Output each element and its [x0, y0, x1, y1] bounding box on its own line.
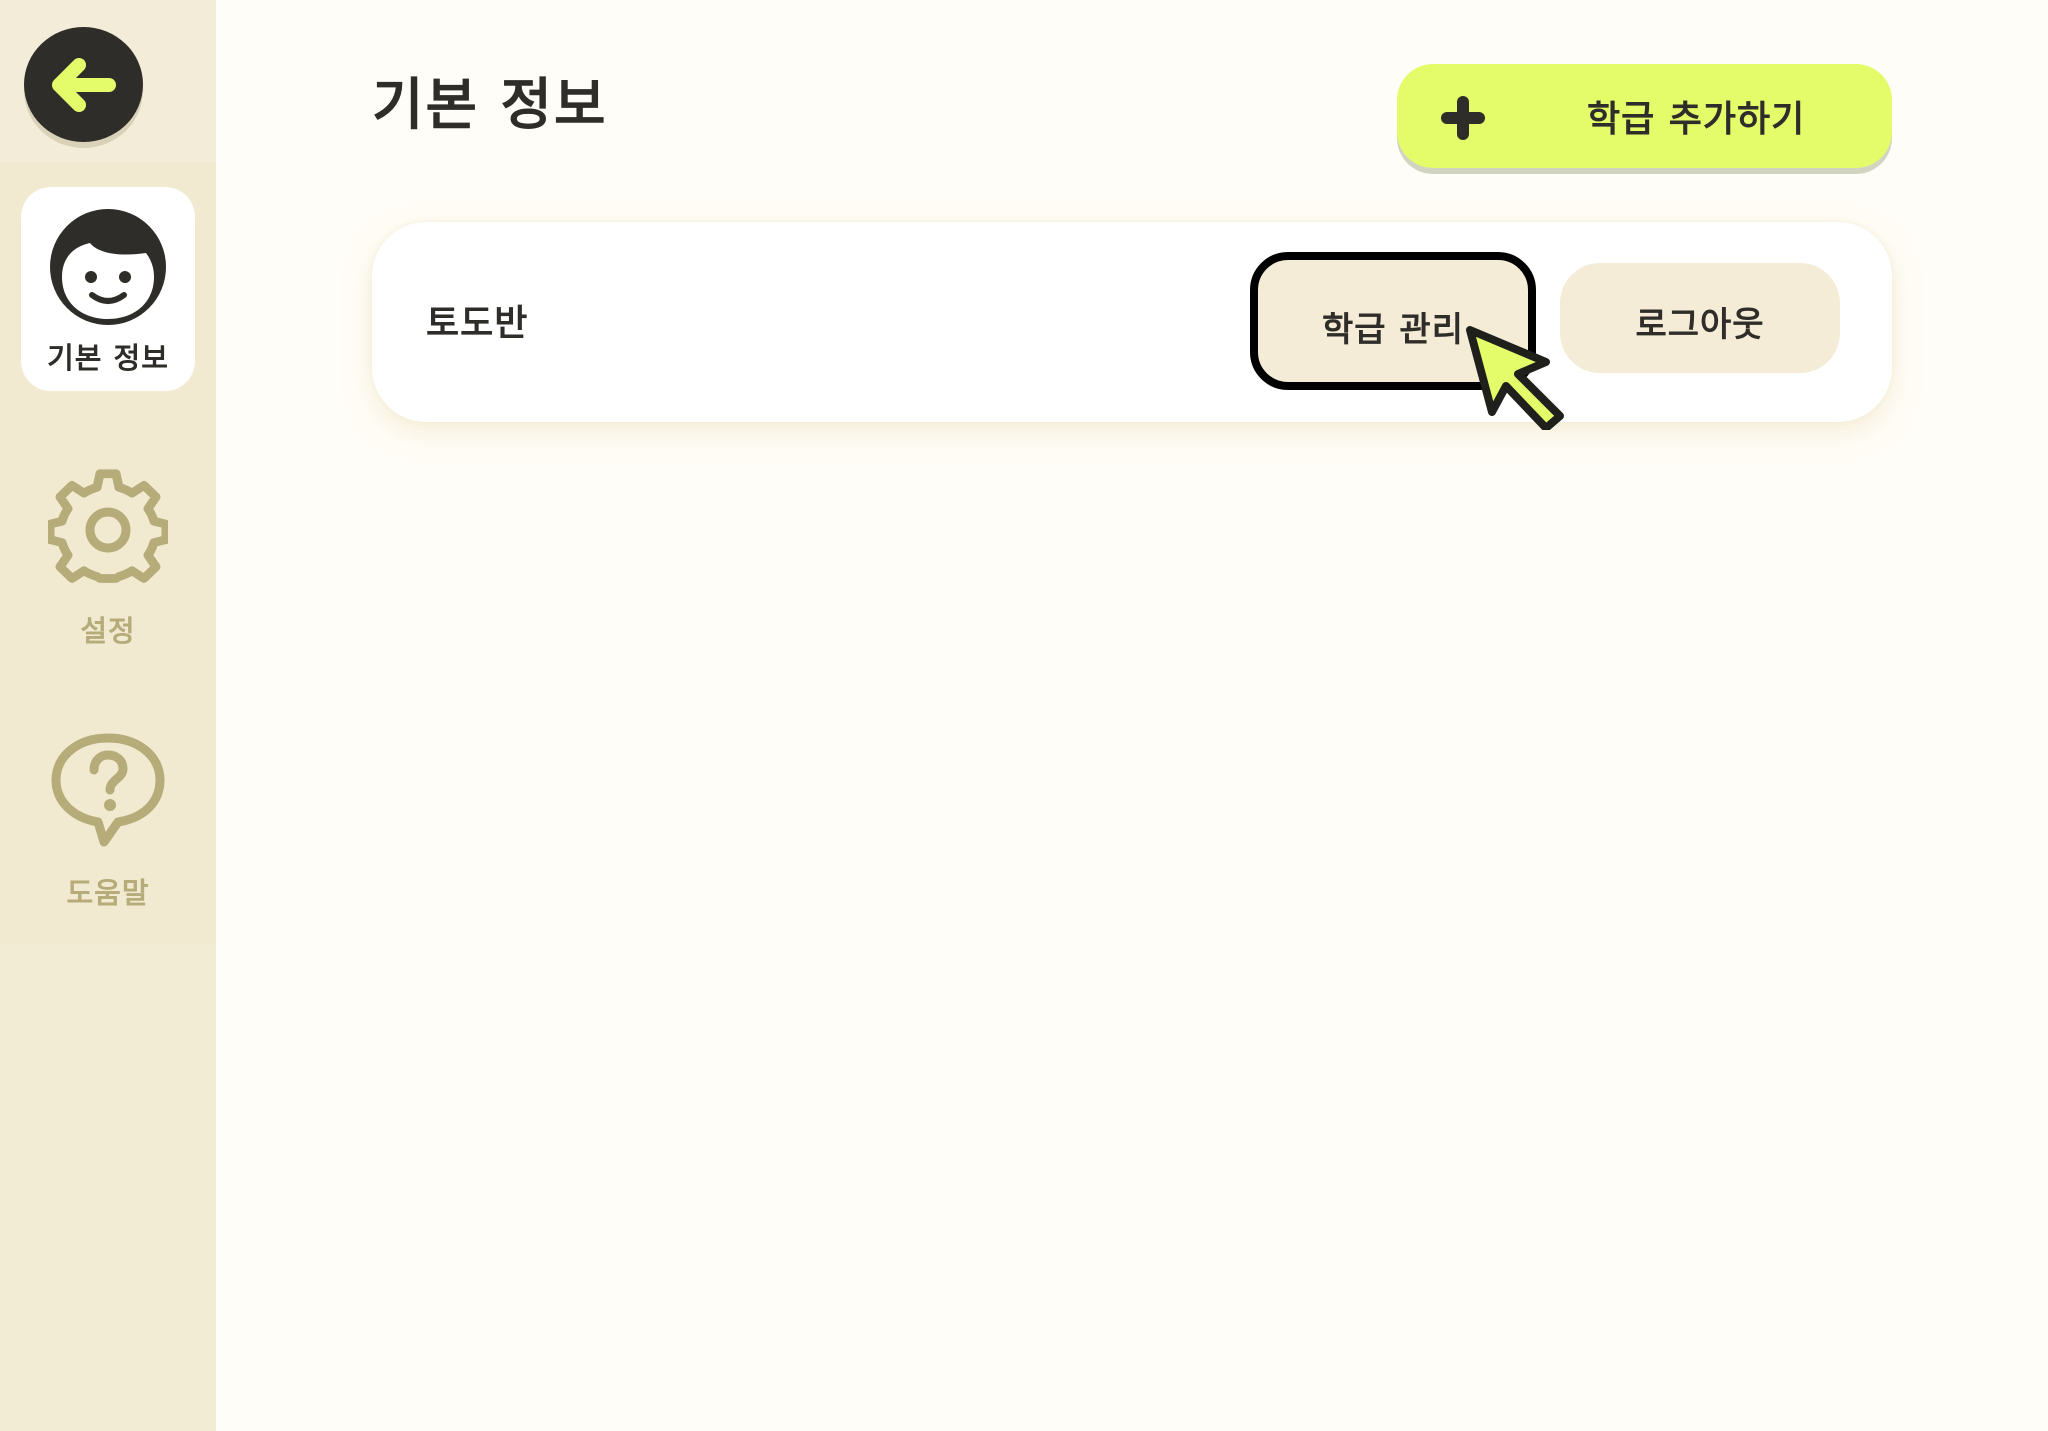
sidebar-item-help[interactable]: 도움말: [21, 722, 195, 926]
sidebar-item-label: 도움말: [66, 876, 150, 910]
face-icon: [50, 209, 166, 325]
back-button[interactable]: [24, 27, 143, 142]
add-class-button[interactable]: 학급 추가하기: [1397, 64, 1892, 168]
gear-icon: [48, 469, 168, 583]
logout-button-label: 로그아웃: [1635, 305, 1765, 345]
manage-class-button-label: 학급 관리: [1322, 310, 1464, 350]
sidebar: 기본 정보 설정 도움말: [0, 0, 216, 1431]
sidebar-item-label: 설정: [80, 614, 136, 648]
class-name: 토도반: [426, 303, 529, 344]
page-title: 기본 정보: [372, 73, 608, 138]
manage-class-button[interactable]: 학급 관리: [1250, 252, 1536, 390]
logout-button[interactable]: 로그아웃: [1560, 263, 1840, 373]
add-class-button-label: 학급 추가하기: [1587, 99, 1806, 140]
sidebar-item-basic-info[interactable]: 기본 정보: [21, 187, 195, 391]
help-bubble-icon: [51, 733, 165, 847]
sidebar-item-settings[interactable]: 설정: [21, 460, 195, 664]
arrow-left-icon: [51, 57, 116, 112]
sidebar-item-label: 기본 정보: [47, 341, 169, 375]
class-card: 토도반 학급 관리 로그아웃: [372, 222, 1892, 422]
plus-icon: [1441, 96, 1485, 140]
